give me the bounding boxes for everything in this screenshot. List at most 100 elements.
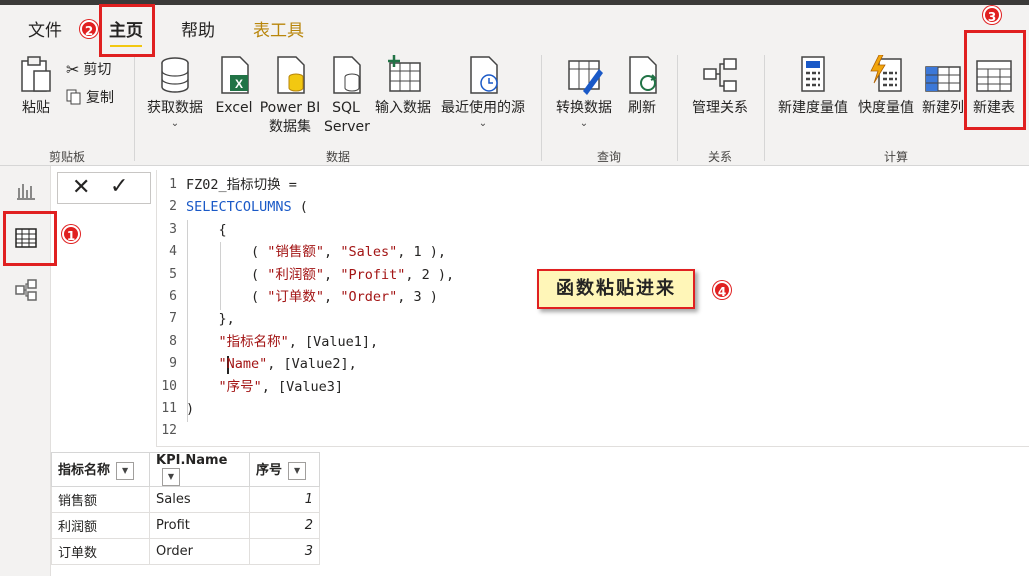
step-badge-1: 1	[62, 225, 80, 243]
formula-text: ,	[324, 289, 341, 305]
formula-code: ( "利润额", "Profit", 2 ),	[186, 264, 454, 286]
column-header[interactable]: 序号 ▼	[249, 452, 320, 487]
copy-icon	[66, 89, 81, 105]
get-data-label: 获取数据	[147, 100, 203, 116]
excel-label: Excel	[215, 100, 253, 116]
transform-data-icon	[568, 60, 603, 95]
refresh-button[interactable]: 刷新	[622, 55, 662, 118]
sql-server-button[interactable]: SQL Server	[324, 55, 370, 137]
formula-text: , [Value2],	[267, 356, 357, 373]
manage-relationships-button[interactable]: 管理关系	[686, 55, 754, 118]
paste-callout: 函数粘贴进来	[537, 269, 695, 309]
column-header[interactable]: 指标名称 ▼	[51, 452, 150, 487]
relationships-icon	[703, 58, 737, 92]
table-row[interactable]: 销售额 Sales 1	[51, 486, 320, 513]
transform-data-button[interactable]: 转换数据 ⌄	[550, 55, 618, 130]
line-number: 10	[161, 378, 177, 394]
filter-dropdown-icon[interactable]: ▼	[288, 461, 307, 480]
formula-text: , [Value3]	[261, 378, 344, 395]
formula-text: , 1 ),	[397, 244, 446, 261]
cut-button[interactable]: ✂ 剪切	[66, 59, 111, 79]
formula-text: (	[291, 199, 308, 216]
excel-icon: X	[221, 56, 249, 94]
group-clipboard-label: 剪贴板	[48, 150, 85, 164]
column-header[interactable]: KPI.Name▼	[149, 452, 250, 487]
separator	[134, 55, 135, 161]
cell[interactable]: 利润额	[51, 512, 150, 539]
formula-text: (	[186, 289, 268, 305]
get-data-button[interactable]: 获取数据 ⌄	[142, 55, 208, 130]
table-row[interactable]: 订单数 Order 3	[51, 538, 320, 565]
copy-button[interactable]: 复制	[66, 87, 114, 107]
paste-label: 粘贴	[22, 100, 50, 116]
formula-text: , 3 )	[397, 289, 438, 305]
cell[interactable]: Sales	[149, 486, 250, 513]
formula-code: ( "订单数", "Order", 3 )	[186, 286, 438, 308]
column-header-label: 指标名称	[58, 463, 111, 479]
cancel-icon[interactable]: ✕	[72, 175, 90, 200]
new-column-button[interactable]: 新建列	[920, 55, 966, 118]
new-column-label: 新建列	[922, 100, 964, 116]
table-row[interactable]: 利润额 Profit 2	[51, 512, 320, 539]
formula-string: "Profit"	[340, 266, 406, 283]
cell[interactable]: 1	[249, 486, 320, 513]
model-view-icon[interactable]	[14, 278, 38, 302]
cell[interactable]: Order	[149, 538, 250, 565]
ribbon: 粘贴 ✂ 剪切 复制 剪贴板 获取数据 ⌄ X Excel Power BI 数…	[0, 47, 1029, 166]
formula-text	[186, 356, 219, 372]
formula-keyword: SELECTCOLUMNS	[186, 199, 292, 216]
formula-text: (	[186, 244, 268, 261]
filter-dropdown-icon[interactable]: ▼	[116, 461, 135, 480]
formula-text	[186, 334, 219, 350]
data-grid: 指标名称 ▼ KPI.Name▼ 序号 ▼ 销售额 Sales 1 利润额 Prof…	[51, 452, 320, 565]
tab-table-tools[interactable]: 表工具	[253, 16, 304, 41]
chevron-down-icon: ⌄	[478, 118, 488, 129]
step-badge-3: 3	[983, 6, 1001, 24]
cell[interactable]: 3	[249, 538, 320, 565]
formula-text: , [Value1],	[288, 333, 379, 350]
formula-text: },	[186, 311, 235, 328]
formula-actions: ✕ ✓	[57, 172, 151, 204]
line-number: 8	[169, 333, 177, 349]
scissors-icon: ✂	[66, 59, 80, 79]
formula-code: FZ02_指标切换 =	[186, 174, 297, 196]
new-measure-button[interactable]: 新建度量值	[772, 55, 854, 118]
highlight-new-table	[964, 30, 1026, 130]
cell[interactable]: 2	[249, 512, 320, 539]
filter-dropdown-icon[interactable]: ▼	[162, 468, 180, 486]
formula-code: "序号", [Value3]	[186, 376, 344, 398]
formula-string: "利润额"	[267, 266, 325, 283]
commit-icon[interactable]: ✓	[110, 174, 128, 199]
cell[interactable]: 销售额	[51, 486, 150, 513]
quick-measure-button[interactable]: 快度量值	[854, 55, 918, 118]
formula-text: ,	[324, 244, 341, 261]
powerbi-dataset-button[interactable]: Power BI 数据集	[258, 55, 322, 137]
formula-string: "Order"	[340, 289, 398, 305]
cell[interactable]: Profit	[149, 512, 250, 539]
tab-file[interactable]: 文件	[28, 16, 62, 41]
report-view-icon[interactable]	[14, 178, 38, 202]
refresh-icon	[629, 56, 657, 94]
group-data-label: 数据	[325, 150, 350, 164]
formula-string: "序号"	[218, 378, 262, 395]
quick-measure-label: 快度量值	[858, 100, 914, 116]
cell[interactable]: 订单数	[51, 538, 150, 565]
formula-code: ( "销售额", "Sales", 1 ),	[186, 241, 446, 263]
tab-help[interactable]: 帮助	[181, 16, 215, 41]
chevron-down-icon: ⌄	[170, 118, 180, 129]
line-number: 3	[169, 221, 177, 237]
enter-data-button[interactable]: 输入数据	[372, 55, 434, 118]
line-number: 6	[169, 289, 177, 304]
powerbi-label-1: Power BI	[259, 100, 321, 116]
formula-string: "指标名称"	[218, 333, 289, 350]
formula-code: "指标名称", [Value1],	[186, 331, 379, 353]
recent-sources-button[interactable]: 最近使用的源 ⌄	[436, 55, 530, 130]
step-badge-4: 4	[713, 281, 731, 299]
paste-button[interactable]: 粘贴	[14, 55, 58, 118]
excel-button[interactable]: X Excel	[212, 55, 256, 118]
highlight-data-view	[3, 211, 57, 266]
powerbi-dataset-icon	[277, 56, 305, 94]
group-relations-label: 关系	[707, 150, 732, 164]
copy-label: 复制	[86, 90, 114, 106]
formula-code: {	[186, 219, 227, 241]
